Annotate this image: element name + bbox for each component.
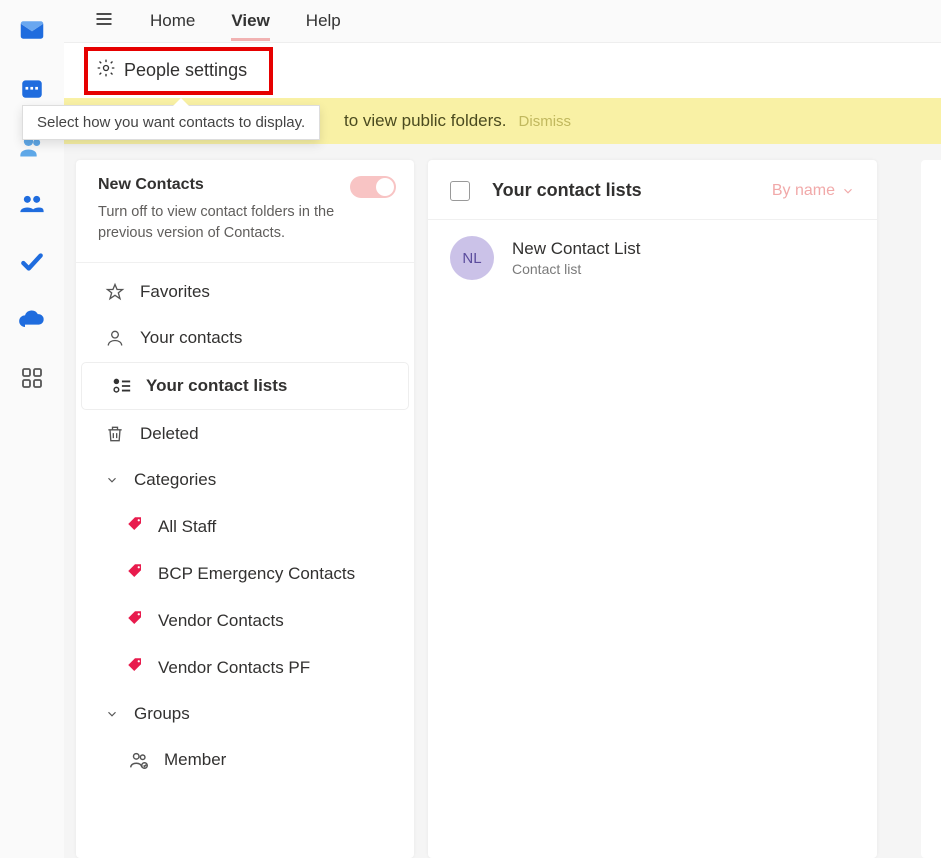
toggle-knob	[376, 178, 394, 196]
nav-favorites-label: Favorites	[140, 282, 210, 302]
category-vendor-contacts-pf[interactable]: Vendor Contacts PF	[76, 644, 414, 691]
nav-categories[interactable]: Categories	[76, 457, 414, 503]
select-all-checkbox[interactable]	[450, 181, 470, 201]
people-settings-label: People settings	[124, 60, 247, 81]
nav-deleted-label: Deleted	[140, 424, 199, 444]
rail-calendar-icon[interactable]	[16, 72, 48, 104]
new-contacts-toggle[interactable]	[350, 176, 396, 198]
category-label: Vendor Contacts PF	[158, 658, 310, 678]
tab-home[interactable]: Home	[150, 11, 195, 31]
nav-member[interactable]: Member	[76, 737, 414, 783]
tooltip: Select how you want contacts to display.	[22, 105, 320, 140]
top-tab-strip: Home View Help	[64, 0, 941, 42]
tab-view[interactable]: View	[231, 11, 269, 31]
rail-onedrive-icon[interactable]	[16, 304, 48, 336]
contact-list-item[interactable]: NL New Contact List Contact list	[428, 220, 877, 296]
rail-groups-icon[interactable]	[16, 188, 48, 220]
trash-icon	[104, 423, 126, 445]
rail-mail-icon[interactable]	[16, 14, 48, 46]
gear-icon	[96, 58, 116, 83]
new-contacts-card: New Contacts Turn off to view contact fo…	[76, 160, 414, 263]
sort-label: By name	[772, 182, 835, 200]
person-icon	[104, 327, 126, 349]
nav-groups[interactable]: Groups	[76, 691, 414, 737]
member-icon	[128, 749, 150, 771]
people-list-icon	[110, 375, 132, 397]
list-pane: Your contact lists By name NL New Contac…	[428, 160, 877, 858]
nav-your-contacts[interactable]: Your contacts	[76, 315, 414, 361]
chevron-down-icon	[104, 703, 120, 725]
content-area: New Contacts Turn off to view contact fo…	[64, 144, 941, 858]
nav-groups-label: Groups	[134, 704, 190, 724]
tag-icon	[126, 515, 144, 538]
hamburger-icon[interactable]	[94, 9, 114, 34]
category-label: All Staff	[158, 517, 216, 537]
category-all-staff[interactable]: All Staff	[76, 503, 414, 550]
rail-todo-icon[interactable]	[16, 246, 48, 278]
category-bcp-emergency[interactable]: BCP Emergency Contacts	[76, 550, 414, 597]
detail-pane	[921, 160, 941, 858]
folder-pane: New Contacts Turn off to view contact fo…	[76, 160, 414, 858]
tag-icon	[126, 609, 144, 632]
nav-list: Favorites Your contacts Your contact lis…	[76, 263, 414, 789]
rail-apps-icon[interactable]	[16, 362, 48, 394]
nav-deleted[interactable]: Deleted	[76, 411, 414, 457]
list-item-texts: New Contact List Contact list	[512, 239, 641, 277]
list-item-title: New Contact List	[512, 239, 641, 259]
chevron-down-icon	[841, 184, 855, 198]
tag-icon	[126, 656, 144, 679]
nav-categories-label: Categories	[134, 470, 216, 490]
tab-help[interactable]: Help	[306, 11, 341, 31]
tag-icon	[126, 562, 144, 585]
nav-member-label: Member	[164, 750, 226, 770]
new-contacts-desc: Turn off to view contact folders in the …	[98, 202, 358, 244]
list-header: Your contact lists By name	[428, 160, 877, 220]
chevron-down-icon	[104, 469, 120, 491]
people-settings-button[interactable]: People settings	[86, 52, 257, 89]
banner-dismiss[interactable]: Dismiss	[519, 113, 572, 130]
nav-your-contact-lists[interactable]: Your contact lists	[82, 363, 408, 409]
category-vendor-contacts[interactable]: Vendor Contacts	[76, 597, 414, 644]
nav-your-contacts-label: Your contacts	[140, 328, 242, 348]
ribbon: People settings	[64, 42, 941, 98]
banner-text: to view public folders.	[344, 111, 507, 131]
category-label: Vendor Contacts	[158, 611, 284, 631]
nav-your-contact-lists-label: Your contact lists	[146, 376, 287, 396]
avatar: NL	[450, 236, 494, 280]
list-title: Your contact lists	[492, 180, 772, 201]
nav-favorites[interactable]: Favorites	[76, 269, 414, 315]
category-label: BCP Emergency Contacts	[158, 564, 355, 584]
sort-dropdown[interactable]: By name	[772, 182, 855, 200]
star-icon	[104, 281, 126, 303]
list-item-subtitle: Contact list	[512, 261, 641, 277]
